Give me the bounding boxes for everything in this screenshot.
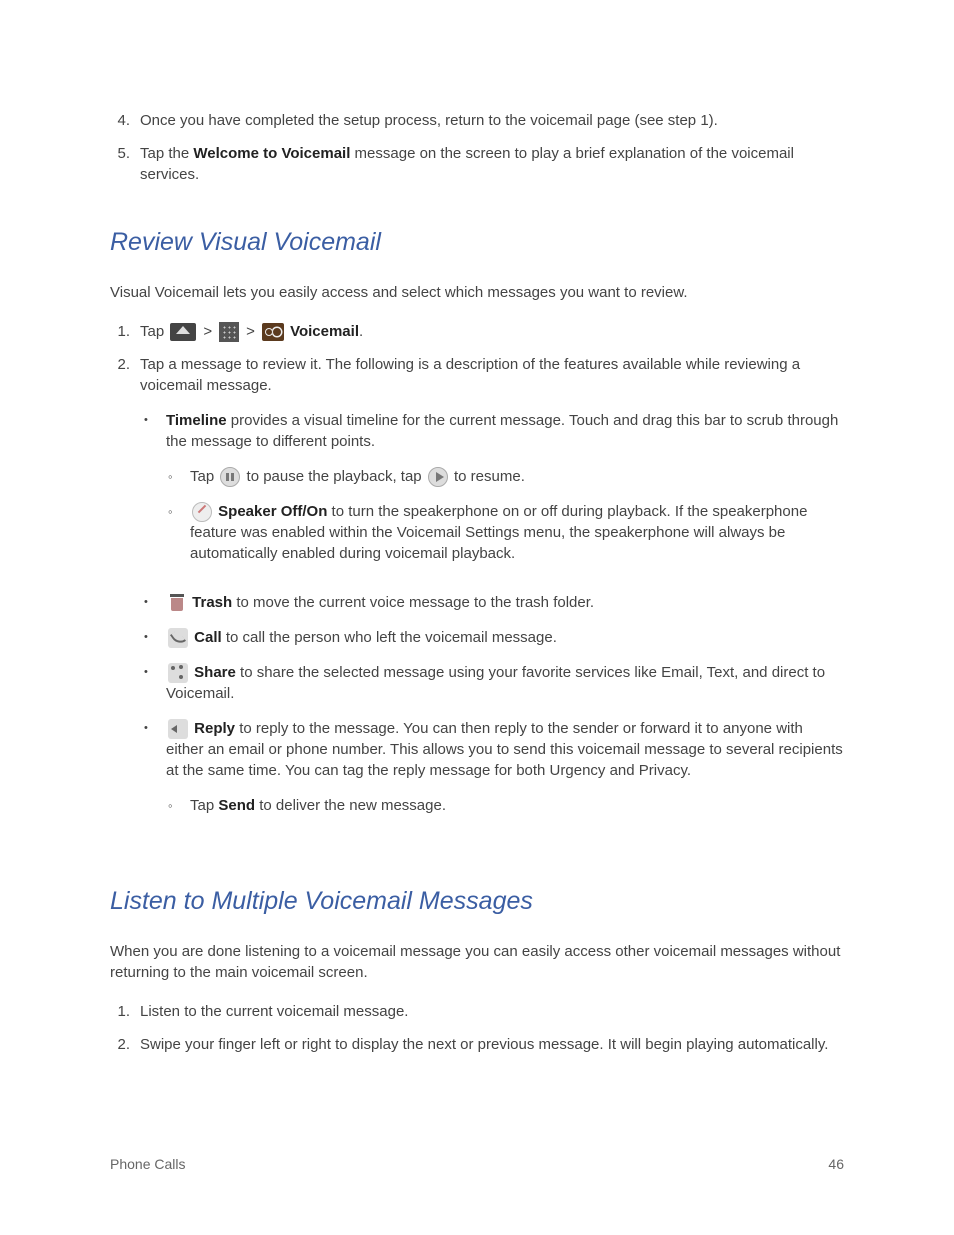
list-number: 2. [110, 354, 140, 844]
footer-section: Phone Calls [110, 1155, 186, 1175]
list-item: 1. Tap >> Voicemail. [110, 321, 844, 342]
list-number: 1. [110, 321, 140, 342]
list-item: Tap Send to deliver the new message. [166, 795, 844, 816]
reply-sublist: Tap Send to deliver the new message. [166, 795, 844, 816]
list-text: Swipe your finger left or right to displ… [140, 1034, 844, 1055]
list-text: Listen to the current voicemail message. [140, 1001, 844, 1022]
play-icon [428, 467, 448, 487]
section-heading-review: Review Visual Voicemail [110, 225, 844, 260]
share-icon [168, 663, 188, 683]
section-intro: When you are done listening to a voicema… [110, 941, 844, 983]
list-item: Call to call the person who left the voi… [140, 627, 844, 648]
section-heading-listen: Listen to Multiple Voicemail Messages [110, 884, 844, 919]
list-item: 2. Swipe your finger left or right to di… [110, 1034, 844, 1055]
home-icon [170, 323, 196, 341]
list-number: 5. [110, 143, 140, 185]
list-item: Share to share the selected message usin… [140, 662, 844, 704]
feature-list: Timeline provides a visual timeline for … [140, 410, 844, 830]
list-item: 2. Tap a message to review it. The follo… [110, 354, 844, 844]
setup-steps-continued: 4. Once you have completed the setup pro… [110, 110, 844, 185]
list-text: Once you have completed the setup proces… [140, 110, 844, 131]
list-item: Trash to move the current voice message … [140, 592, 844, 613]
list-item: 1. Listen to the current voicemail messa… [110, 1001, 844, 1022]
voicemail-icon [262, 323, 284, 341]
list-item: 4. Once you have completed the setup pro… [110, 110, 844, 131]
list-number: 4. [110, 110, 140, 131]
list-item: Tap to pause the playback, tap to resume… [166, 466, 844, 487]
list-item: Timeline provides a visual timeline for … [140, 410, 844, 578]
apps-icon [219, 322, 239, 342]
listen-steps: 1. Listen to the current voicemail messa… [110, 1001, 844, 1055]
page-footer: Phone Calls 46 [110, 1155, 844, 1175]
list-item: 5. Tap the Welcome to Voicemail message … [110, 143, 844, 185]
speaker-icon [192, 502, 212, 522]
page-number: 46 [828, 1155, 844, 1175]
list-number: 1. [110, 1001, 140, 1022]
reply-icon [168, 719, 188, 739]
review-steps: 1. Tap >> Voicemail. 2. Tap a message to… [110, 321, 844, 844]
list-text: Tap a message to review it. The followin… [140, 354, 844, 844]
timeline-sublist: Tap to pause the playback, tap to resume… [166, 466, 844, 564]
list-item: Speaker Off/On to turn the speakerphone … [166, 501, 844, 564]
call-icon [168, 628, 188, 648]
list-text: Tap the Welcome to Voicemail message on … [140, 143, 844, 185]
list-number: 2. [110, 1034, 140, 1055]
list-item: Reply to reply to the message. You can t… [140, 718, 844, 830]
list-text: Tap >> Voicemail. [140, 321, 844, 342]
trash-icon [168, 593, 186, 613]
section-intro: Visual Voicemail lets you easily access … [110, 282, 844, 303]
pause-icon [220, 467, 240, 487]
